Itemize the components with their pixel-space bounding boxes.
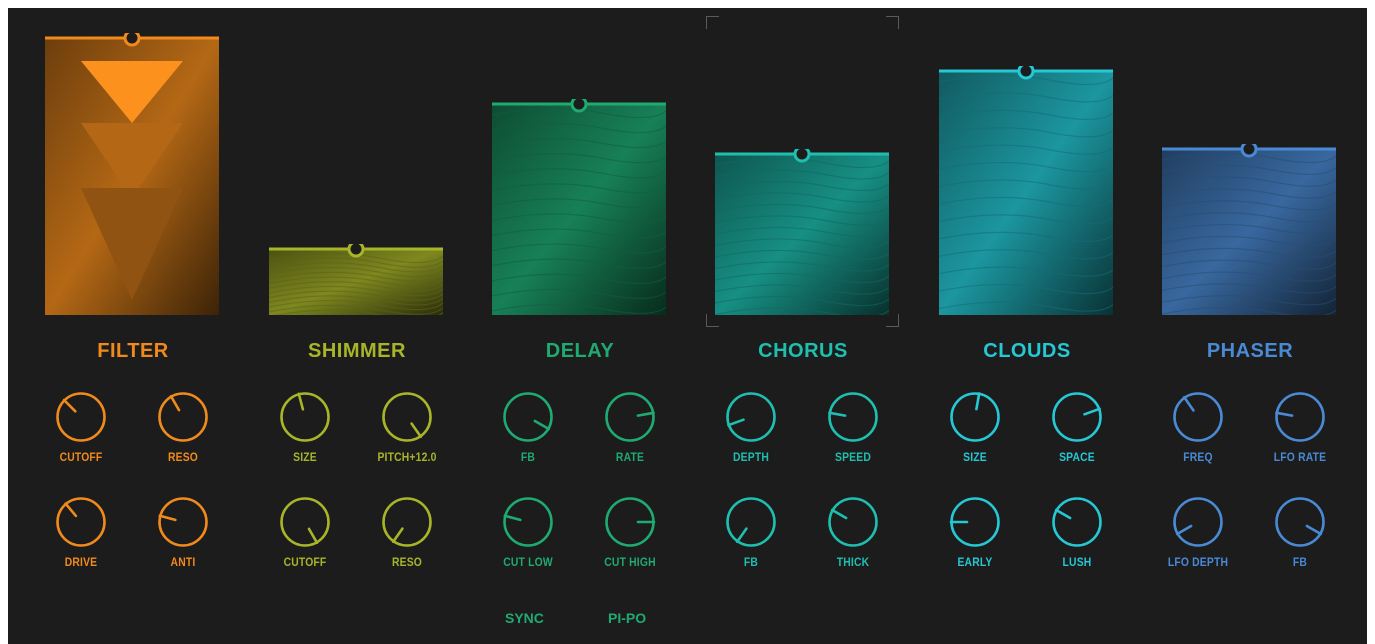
clouds-knob-early[interactable]: EARLY	[925, 496, 1025, 596]
filter-knob-cutoff[interactable]: CUTOFF	[31, 391, 131, 491]
knob-dial-icon	[1275, 497, 1325, 547]
knob-label: DEPTH	[733, 452, 769, 464]
knob-label: FB	[520, 452, 536, 464]
knob-dial-icon	[1173, 497, 1223, 547]
delay-title: DELAY	[545, 340, 615, 362]
clouds-knob-lush[interactable]: LUSH	[1027, 496, 1127, 596]
knob-label: CUT LOW	[503, 557, 553, 569]
shimmer-knob-reso[interactable]: RESO	[357, 496, 457, 596]
knob-dial-icon	[503, 392, 553, 442]
knob-label: FREQ	[1183, 452, 1213, 464]
knob-dial-icon	[828, 392, 878, 442]
chorus-knob-speed[interactable]: SPEED	[803, 391, 903, 491]
shimmer-knob-cutoff[interactable]: CUTOFF	[255, 496, 355, 596]
filter-module: FILTER CUTOFF RESO DRIVE ANTI	[35, 8, 231, 644]
clouds-knob-size[interactable]: SIZE	[925, 391, 1025, 491]
chorus-knob-thick[interactable]: THICK	[803, 496, 903, 596]
shimmer-level-fader[interactable]	[269, 244, 443, 315]
knob-label: LFO DEPTH	[1167, 557, 1229, 569]
plugin-panel: FILTER CUTOFF RESO DRIVE ANTI SHIMMER SIZE PITC…	[8, 8, 1367, 644]
knob-dial-icon	[382, 497, 432, 547]
phaser-knob-lfo-depth[interactable]: LFO DEPTH	[1148, 496, 1248, 596]
phaser-level-fader[interactable]	[1162, 144, 1336, 315]
knob-dial-icon	[1052, 392, 1102, 442]
knob-label: SPACE	[1059, 452, 1095, 464]
knob-dial-icon	[828, 497, 878, 547]
chorus-level-fader[interactable]	[715, 149, 889, 315]
knob-label: FB	[1292, 557, 1308, 569]
phaser-knob-freq[interactable]: FREQ	[1148, 391, 1248, 491]
knob-dial-icon	[605, 497, 656, 547]
delay-knob-rate[interactable]: RATE	[580, 391, 680, 491]
chorus-module: CHORUS DEPTH SPEED FB THICK	[705, 8, 901, 644]
knob-label: LUSH	[1062, 557, 1092, 569]
chorus-knob-depth[interactable]: DEPTH	[701, 391, 801, 491]
chorus-knob-fb[interactable]: FB	[701, 496, 801, 596]
delay-knob-cut-low[interactable]: CUT LOW	[478, 496, 578, 596]
knob-dial-icon	[950, 392, 1000, 442]
filter-knob-anti[interactable]: ANTI	[133, 496, 233, 596]
delay-knob-cut-high[interactable]: CUT HIGH	[580, 496, 680, 596]
knob-label: ANTI	[170, 557, 196, 569]
filter-level-fader[interactable]	[45, 33, 219, 315]
shimmer-title: SHIMMER	[308, 340, 406, 362]
knob-dial-icon	[503, 497, 553, 547]
knob-dial-icon	[1173, 392, 1223, 442]
knob-label: SIZE	[293, 452, 317, 464]
knob-dial-icon	[158, 392, 208, 442]
knob-label: RESO	[391, 557, 423, 569]
knob-label: EARLY	[957, 557, 993, 569]
knob-label: RESO	[167, 452, 199, 464]
knob-dial-icon	[382, 392, 432, 442]
knob-dial-icon	[1275, 392, 1325, 442]
shimmer-module: SHIMMER SIZE PITCH+12.0 CUTOFF RESO	[259, 8, 455, 644]
sync-toggle[interactable]: SYNC	[505, 610, 544, 626]
delay-module: DELAY FB RATE CUT LOW CUT HIGH	[482, 8, 678, 644]
knob-label: THICK	[836, 557, 870, 569]
phaser-module: PHASER FREQ LFO RATE LFO DEPTH FB	[1152, 8, 1348, 644]
knob-label: PITCH+12.0	[377, 452, 437, 464]
filter-knob-drive[interactable]: DRIVE	[31, 496, 131, 596]
filter-title: FILTER	[97, 340, 169, 362]
clouds-knob-space[interactable]: SPACE	[1027, 391, 1127, 491]
knob-label: RATE	[615, 452, 645, 464]
clouds-title: CLOUDS	[983, 340, 1071, 362]
clouds-level-fader[interactable]	[939, 66, 1113, 315]
knob-label: CUTOFF	[59, 452, 103, 464]
knob-dial-icon	[949, 497, 1000, 547]
knob-dial-icon	[280, 392, 330, 442]
clouds-module: CLOUDS SIZE SPACE EARLY LUSH	[929, 8, 1125, 644]
filter-knob-reso[interactable]: RESO	[133, 391, 233, 491]
knob-label: SPEED	[835, 452, 871, 464]
knob-label: FB	[743, 557, 759, 569]
knob-dial-icon	[56, 392, 106, 442]
phaser-knob-lfo-rate[interactable]: LFO RATE	[1250, 391, 1350, 491]
knob-label: LFO RATE	[1273, 452, 1327, 464]
knob-dial-icon	[726, 392, 776, 442]
knob-label: DRIVE	[64, 557, 98, 569]
phaser-title: PHASER	[1206, 340, 1294, 362]
knob-dial-icon	[1052, 497, 1102, 547]
knob-dial-icon	[726, 497, 776, 547]
knob-dial-icon	[158, 497, 208, 547]
delay-knob-fb[interactable]: FB	[478, 391, 578, 491]
knob-dial-icon	[280, 497, 330, 547]
knob-label: SIZE	[963, 452, 987, 464]
shimmer-knob-size[interactable]: SIZE	[255, 391, 355, 491]
knob-dial-icon	[605, 392, 655, 442]
shimmer-knob-pitch-12-0[interactable]: PITCH+12.0	[357, 391, 457, 491]
knob-label: CUTOFF	[283, 557, 327, 569]
knob-label: CUT HIGH	[604, 557, 656, 569]
knob-dial-icon	[56, 497, 106, 547]
chorus-title: CHORUS	[758, 340, 848, 362]
phaser-knob-fb[interactable]: FB	[1250, 496, 1350, 596]
delay-level-fader[interactable]	[492, 99, 666, 315]
pipo-toggle[interactable]: PI-PO	[608, 610, 646, 626]
